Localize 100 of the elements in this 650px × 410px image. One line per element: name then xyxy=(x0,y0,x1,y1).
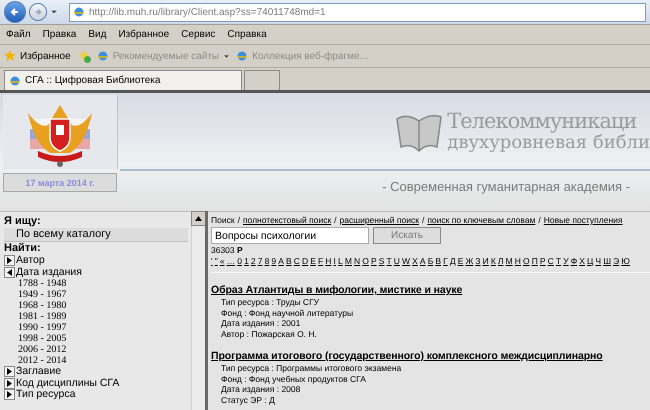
alphabet-link[interactable]: Л xyxy=(498,256,504,266)
result-title[interactable]: Образ Атлантиды в мифологии, мистике и науке xyxy=(211,283,650,297)
tree-item[interactable]: Дата издания xyxy=(4,266,188,278)
expand-icon[interactable] xyxy=(4,389,15,400)
forward-button[interactable] xyxy=(29,3,47,21)
back-button[interactable] xyxy=(4,1,26,23)
alphabet-link[interactable]: Х xyxy=(579,256,585,266)
alphabet-link[interactable]: 2 xyxy=(250,256,256,266)
search-field[interactable]: Вопросы психологии xyxy=(211,227,369,244)
alphabet-link[interactable]: B xyxy=(286,256,292,266)
alphabet-link[interactable]: Н xyxy=(514,256,521,266)
alphabet-link[interactable]: 9 xyxy=(271,256,276,266)
alphabet-link[interactable]: N xyxy=(354,256,360,266)
alphabet-link[interactable]: Е xyxy=(458,256,464,266)
tree-item[interactable]: 1949 - 1967 xyxy=(4,289,188,300)
alphabet-link[interactable]: U xyxy=(394,256,400,266)
alphabet-link[interactable]: O xyxy=(362,256,369,266)
tree-item[interactable]: 1788 - 1948 xyxy=(4,278,188,289)
alphabet-link[interactable]: О xyxy=(522,256,530,266)
result-field: Тип ресурса : Программы итогового экзамена xyxy=(211,363,650,374)
nav-link[interactable]: поиск по ключевым словам xyxy=(427,215,536,225)
alphabet-link[interactable]: Г xyxy=(443,256,448,266)
alphabet-link[interactable]: L xyxy=(338,256,343,266)
alphabet-link[interactable]: T xyxy=(386,256,392,266)
alphabet-link[interactable]: C xyxy=(294,256,300,266)
tree-item[interactable]: Тип ресурса xyxy=(4,389,188,400)
alphabet-link[interactable]: И xyxy=(482,256,489,266)
expand-icon[interactable] xyxy=(4,378,15,389)
alphabet-link[interactable]: Ф xyxy=(570,256,578,266)
alphabet-link[interactable]: У xyxy=(563,256,569,266)
expand-icon[interactable] xyxy=(4,366,15,378)
alphabet-link[interactable]: З xyxy=(475,256,481,266)
section-label: Найти: xyxy=(4,242,42,255)
menu-item[interactable]: Файл xyxy=(6,29,31,40)
alphabet-link[interactable]: Э xyxy=(613,256,620,266)
nav-link[interactable]: полнотекстовый поиск xyxy=(242,215,332,225)
alphabet-link[interactable]: С xyxy=(548,256,554,266)
tree-item[interactable]: 2012 - 2014 xyxy=(4,355,188,366)
alphabet-link[interactable]: I xyxy=(334,256,336,266)
alphabet-link[interactable]: Б xyxy=(428,256,434,266)
result-field: Фонд : Фонд учебных продуктов СГА xyxy=(211,374,650,384)
tree-item[interactable]: 1990 - 1997 xyxy=(4,322,188,333)
alphabet-link[interactable]: H xyxy=(325,256,332,266)
alphabet-link[interactable]: Ш xyxy=(603,256,611,266)
browser-tab[interactable]: СГА :: Цифровая Библиотека xyxy=(4,70,242,90)
alphabet-link[interactable]: А xyxy=(420,256,426,266)
address-field[interactable]: http://lib.muh.ru/library/Client.asp?ss=74011748md=1 xyxy=(69,2,646,22)
alphabet-link[interactable]: Р xyxy=(540,256,546,266)
tree-item[interactable]: Заглавие xyxy=(4,366,188,378)
collapse-icon[interactable] xyxy=(4,266,15,278)
alphabet-link[interactable]: D xyxy=(302,256,308,266)
alphabet-link[interactable]: 7 xyxy=(258,256,262,266)
menu-item[interactable]: Правка xyxy=(42,29,76,40)
alphabet-link[interactable]: Т xyxy=(556,256,562,266)
result-title[interactable]: Программа итогового (государственного) комплексного междисциплинарно xyxy=(211,349,650,363)
alphabet-link[interactable]: ' xyxy=(211,256,213,266)
nav-link[interactable]: Поиск xyxy=(211,215,235,225)
alphabet-link[interactable]: E xyxy=(310,256,316,266)
alphabet-link[interactable]: 8 xyxy=(264,256,270,266)
alphabet-link[interactable]: 1 xyxy=(244,256,249,266)
catalog-scope[interactable]: По всему каталогу xyxy=(4,228,188,242)
alphabet-link[interactable]: M xyxy=(344,256,352,266)
tree-item[interactable]: 1968 - 1980 xyxy=(4,300,188,311)
tree-item[interactable]: Код дисциплины СГА xyxy=(4,378,188,389)
alphabet-link[interactable]: Д xyxy=(450,256,456,266)
separator: / xyxy=(538,215,541,225)
alphabet-link[interactable]: Ж xyxy=(465,256,474,266)
tree-item[interactable]: 1981 - 1989 xyxy=(4,311,188,322)
scrollbar[interactable] xyxy=(191,211,205,410)
alphabet-link[interactable]: " xyxy=(214,256,218,266)
nav-link[interactable]: расширенный поиск xyxy=(340,215,419,225)
alphabet-link[interactable]: Ц xyxy=(587,256,594,266)
menu-item[interactable]: Сервис xyxy=(181,29,216,40)
nav-link[interactable]: Новые поступления xyxy=(544,215,622,225)
banner-subtitle: двухуровневая библи xyxy=(447,133,650,153)
alphabet-link[interactable]: X xyxy=(412,256,418,266)
favorites-button[interactable]: Избранное xyxy=(4,50,71,62)
alphabet-link[interactable]: « xyxy=(220,256,225,266)
alphabet-link[interactable]: A xyxy=(278,256,284,266)
alphabet-link[interactable]: W xyxy=(402,256,410,266)
alphabet-link[interactable]: Ю xyxy=(621,256,630,266)
menu-item[interactable]: Вид xyxy=(88,29,106,40)
alphabet-link[interactable]: М xyxy=(506,256,513,266)
alphabet-link[interactable]: … xyxy=(226,256,236,266)
alphabet-link[interactable]: В xyxy=(435,256,442,266)
alphabet-link[interactable]: P xyxy=(370,256,377,266)
alphabet-link[interactable]: F xyxy=(318,256,324,266)
tree-item[interactable]: Автор xyxy=(4,255,188,266)
banner-title: Телекоммуникаци xyxy=(447,109,638,133)
result-field: Фонд : Фонд научной литературы xyxy=(211,308,650,318)
tree-item[interactable]: 2006 - 2012 xyxy=(4,344,188,355)
alphabet-link[interactable]: П xyxy=(532,256,538,266)
alphabet-link[interactable]: Ч xyxy=(595,256,602,266)
expand-icon[interactable] xyxy=(4,255,15,266)
alphabet-link[interactable]: S xyxy=(378,256,384,266)
menu-item[interactable]: Справка xyxy=(227,29,267,40)
alphabet-link[interactable]: 0 xyxy=(237,256,242,266)
tree-item[interactable]: 1998 - 2005 xyxy=(4,333,188,344)
menu-item[interactable]: Избранное xyxy=(118,29,170,40)
alphabet-link[interactable]: К xyxy=(490,256,496,266)
